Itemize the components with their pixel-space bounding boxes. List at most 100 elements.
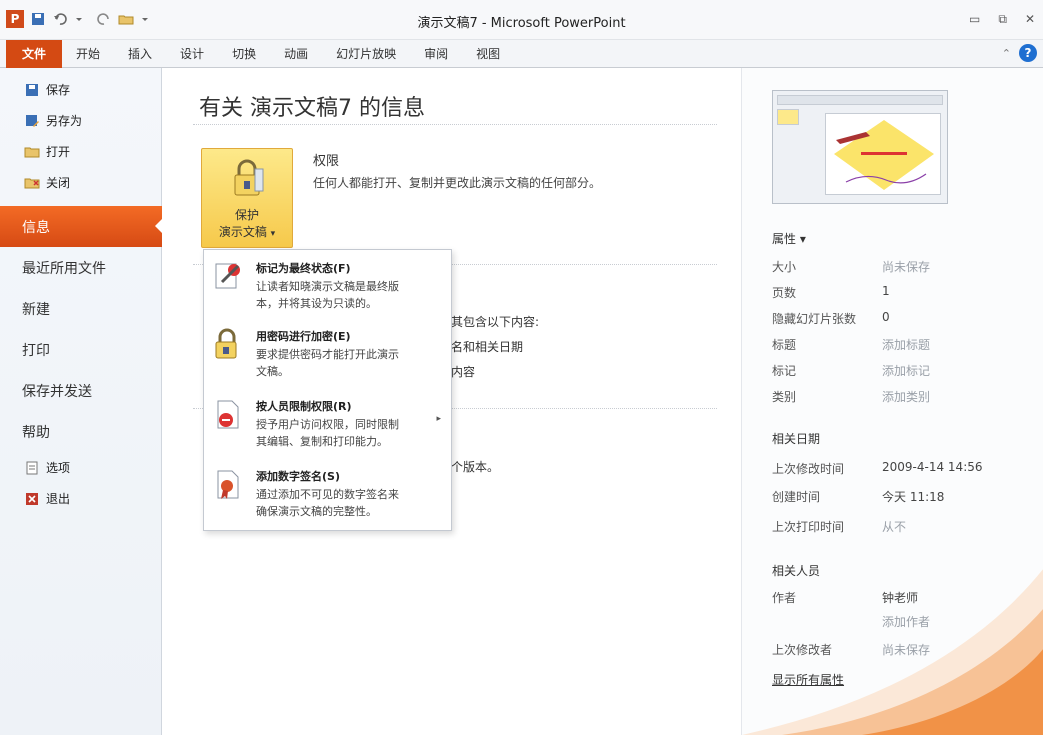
- prop-size-key: 大小: [772, 260, 797, 274]
- nav-close[interactable]: 关闭: [0, 167, 161, 198]
- nav-exit[interactable]: 退出: [0, 483, 161, 514]
- tab-file[interactable]: 文件: [6, 40, 63, 68]
- menu-encrypt-title: 用密码进行加密(E): [256, 330, 351, 343]
- save-icon: [24, 82, 40, 98]
- close-icon[interactable]: ✕: [1025, 12, 1035, 27]
- date-printed-value: 从不: [882, 520, 907, 534]
- slide-thumbnail[interactable]: [772, 90, 948, 204]
- nav-new[interactable]: 新建: [0, 288, 161, 329]
- author-key: 作者: [772, 591, 797, 605]
- close-folder-icon: [24, 175, 40, 191]
- minimize-ribbon-icon[interactable]: ⌃: [1002, 47, 1011, 60]
- menu-restrict-title: 按人员限制权限(R): [256, 400, 352, 413]
- submenu-arrow-icon: ▸: [436, 414, 441, 424]
- menu-mark-final[interactable]: 标记为最终状态(F) 让读者知晓演示文稿是最终版 本，并将其设为只读的。: [204, 254, 451, 320]
- protect-dropdown-menu: 标记为最终状态(F) 让读者知晓演示文稿是最终版 本，并将其设为只读的。 用密码…: [203, 249, 452, 531]
- menu-encrypt-password[interactable]: 用密码进行加密(E) 要求提供密码才能打开此演示 文稿。: [204, 322, 451, 388]
- protect-sublabel: 演示文稿 ▾: [202, 223, 292, 240]
- menu-mark-final-desc: 让读者知晓演示文稿是最终版: [256, 280, 399, 293]
- menu-mark-final-title: 标记为最终状态(F): [256, 262, 351, 275]
- save-as-icon: [24, 113, 40, 129]
- prop-category-key: 类别: [772, 390, 797, 404]
- nav-save[interactable]: 保存: [0, 74, 161, 105]
- date-created-key: 创建时间: [772, 490, 821, 504]
- protect-label: 保护: [234, 208, 259, 222]
- tab-insert[interactable]: 插入: [114, 40, 166, 68]
- prop-size-value: 尚未保存: [882, 260, 931, 274]
- nav-options[interactable]: 选项: [0, 452, 161, 483]
- author-value[interactable]: 钟老师: [882, 589, 918, 606]
- menu-encrypt-desc: 要求提供密码才能打开此演示: [256, 348, 399, 361]
- tab-animations[interactable]: 动画: [270, 40, 322, 68]
- menu-digital-signature[interactable]: 添加数字签名(S) 通过添加不可见的数字签名来 确保演示文稿的完整性。: [204, 462, 451, 528]
- menu-signature-desc: 确保演示文稿的完整性。: [256, 505, 377, 518]
- help-icon[interactable]: ?: [1019, 44, 1037, 62]
- lock-key-icon: [231, 159, 265, 202]
- add-author-link[interactable]: 添加作者: [882, 613, 930, 630]
- mark-final-icon: [212, 260, 246, 294]
- permissions-description: 任何人都能打开、复制并更改此演示文稿的任何部分。: [313, 176, 602, 190]
- nav-open[interactable]: 打开: [0, 136, 161, 167]
- nav-help[interactable]: 帮助: [0, 411, 161, 452]
- nav-exit-label: 退出: [46, 492, 71, 506]
- title-bar: P 演示文稿7 - Microsoft PowerPoint ▭ ⧉ ✕: [0, 0, 1043, 40]
- menu-signature-title: 添加数字签名(S): [256, 470, 340, 483]
- nav-save-send[interactable]: 保存并发送: [0, 370, 161, 411]
- tab-view[interactable]: 视图: [462, 40, 514, 68]
- menu-encrypt-desc: 文稿。: [256, 365, 289, 378]
- restrict-permission-icon: [212, 398, 246, 432]
- nav-print[interactable]: 打印: [0, 329, 161, 370]
- prop-category-value[interactable]: 添加类别: [882, 388, 930, 405]
- date-modified-value: 2009-4-14 14:56: [882, 460, 983, 474]
- prepare-text-fragment: 意其包含以下内容:: [439, 315, 540, 329]
- divider: [193, 124, 717, 125]
- menu-restrict-desc: 其编辑、复制和打印能力。: [256, 435, 388, 448]
- tab-home[interactable]: 开始: [62, 40, 114, 68]
- nav-options-label: 选项: [46, 461, 71, 475]
- date-created-value: 今天 11:18: [882, 490, 945, 504]
- window-controls: ▭ ⧉ ✕: [969, 12, 1035, 27]
- permissions-title: 权限: [313, 154, 340, 169]
- tab-design[interactable]: 设计: [166, 40, 218, 68]
- menu-mark-final-desc: 本，并将其设为只读的。: [256, 297, 377, 310]
- slide-preview: [825, 113, 941, 195]
- restore-icon[interactable]: ⧉: [998, 12, 1007, 27]
- tab-slideshow[interactable]: 幻灯片放映: [322, 40, 410, 68]
- open-folder-icon: [24, 144, 40, 160]
- nav-save-as[interactable]: 另存为: [0, 105, 161, 136]
- page-title: 有关 演示文稿7 的信息: [199, 96, 425, 121]
- prop-hidden-key: 隐藏幻灯片张数: [772, 312, 857, 326]
- protect-presentation-button[interactable]: 保护 演示文稿 ▾: [201, 148, 293, 248]
- properties-header[interactable]: 属性 ▾: [772, 230, 806, 247]
- protect-sublabel-text: 演示文稿: [218, 225, 267, 239]
- lock-key-icon: [212, 328, 246, 362]
- tab-review[interactable]: 审阅: [410, 40, 462, 68]
- dropdown-caret-icon: ▾: [270, 229, 276, 239]
- exit-icon: [24, 491, 40, 507]
- options-icon: [24, 460, 40, 476]
- date-modified-key: 上次修改时间: [772, 462, 845, 476]
- nav-close-label: 关闭: [46, 176, 71, 190]
- dates-header: 相关日期: [772, 432, 821, 446]
- nav-recent[interactable]: 最近所用文件: [0, 247, 161, 288]
- nav-save-as-label: 另存为: [46, 114, 83, 128]
- people-header: 相关人员: [772, 564, 821, 578]
- prop-slides-key: 页数: [772, 286, 797, 300]
- prop-title-value[interactable]: 添加标题: [882, 336, 930, 353]
- nav-save-label: 保存: [46, 83, 71, 97]
- nav-info[interactable]: 信息: [0, 206, 162, 247]
- backstage-nav: 保存 另存为 打开 关闭 信息 最近所用文件 新建 打印 保存并发送 帮助 选项…: [0, 68, 162, 735]
- menu-restrict-desc: 授予用户访问权限，同时限制: [256, 418, 399, 431]
- nav-open-label: 打开: [46, 145, 71, 159]
- minimize-icon[interactable]: ▭: [969, 12, 980, 27]
- properties-panel: 属性 ▾ 大小 尚未保存 页数 1 隐藏幻灯片张数 0 标题 添加标题 标记 添…: [741, 68, 1043, 735]
- prop-hidden-value: 0: [882, 310, 890, 324]
- menu-restrict-permission[interactable]: 按人员限制权限(R) 授予用户访问权限，同时限制 其编辑、复制和打印能力。 ▸: [204, 392, 451, 458]
- last-modified-by-key: 上次修改者: [772, 643, 833, 657]
- prop-tags-key: 标记: [772, 364, 797, 378]
- prop-tags-value[interactable]: 添加标记: [882, 362, 930, 379]
- prop-slides-value: 1: [882, 284, 890, 298]
- show-all-properties-link[interactable]: 显示所有属性: [772, 671, 844, 688]
- menu-signature-desc: 通过添加不可见的数字签名来: [256, 488, 399, 501]
- tab-transitions[interactable]: 切换: [218, 40, 270, 68]
